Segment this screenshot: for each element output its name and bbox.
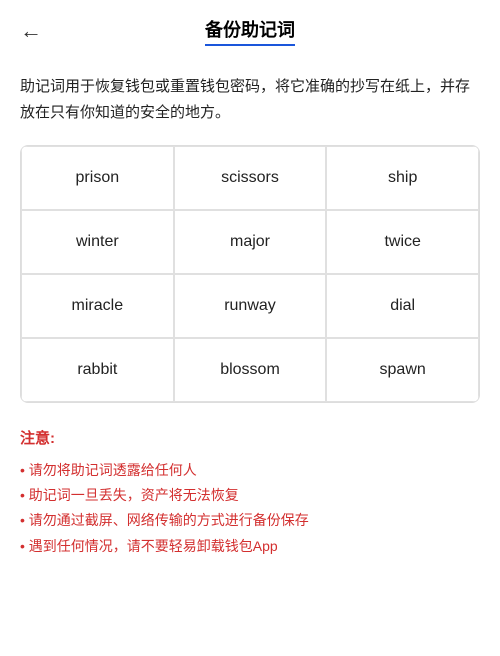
notice-section: 注意: 请勿将助记词透露给任何人助记词一旦丢失，资产将无法恢复请勿通过截屏、网络…	[0, 403, 500, 579]
mnemonic-word: winter	[21, 210, 174, 274]
notice-item: 助记词一旦丢失，资产将无法恢复	[20, 483, 480, 508]
mnemonic-word: dial	[326, 274, 479, 338]
mnemonic-grid-container: prisonscissorsship wintermajortwice miracl…	[20, 145, 480, 403]
mnemonic-word: spawn	[326, 338, 479, 402]
mnemonic-word: ship	[326, 146, 479, 210]
mnemonic-grid: prisonscissorsship wintermajortwice miracl…	[21, 146, 479, 402]
notice-item: 请勿通过截屏、网络传输的方式进行备份保存	[20, 508, 480, 533]
mnemonic-word: twice	[326, 210, 479, 274]
mnemonic-word: miracle	[21, 274, 174, 338]
notice-list: 请勿将助记词透露给任何人助记词一旦丢失，资产将无法恢复请勿通过截屏、网络传输的方…	[20, 458, 480, 559]
mnemonic-word: blossom	[174, 338, 327, 402]
mnemonic-word: major	[174, 210, 327, 274]
notice-title: 注意:	[20, 427, 480, 448]
description-text: 助记词用于恢复钱包或重置钱包密码，将它准确的抄写在纸上，并存放在只有你知道的安全…	[0, 62, 500, 145]
notice-item: 遇到任何情况，请不要轻易卸载钱包App	[20, 534, 480, 559]
back-icon: ←	[20, 18, 42, 44]
mnemonic-word: runway	[174, 274, 327, 338]
notice-item: 请勿将助记词透露给任何人	[20, 458, 480, 483]
page-title: 备份助记词	[205, 16, 295, 46]
mnemonic-word: prison	[21, 146, 174, 210]
mnemonic-word: scissors	[174, 146, 327, 210]
header: ← 备份助记词	[0, 0, 500, 62]
mnemonic-word: rabbit	[21, 338, 174, 402]
back-button[interactable]: ←	[20, 18, 42, 44]
